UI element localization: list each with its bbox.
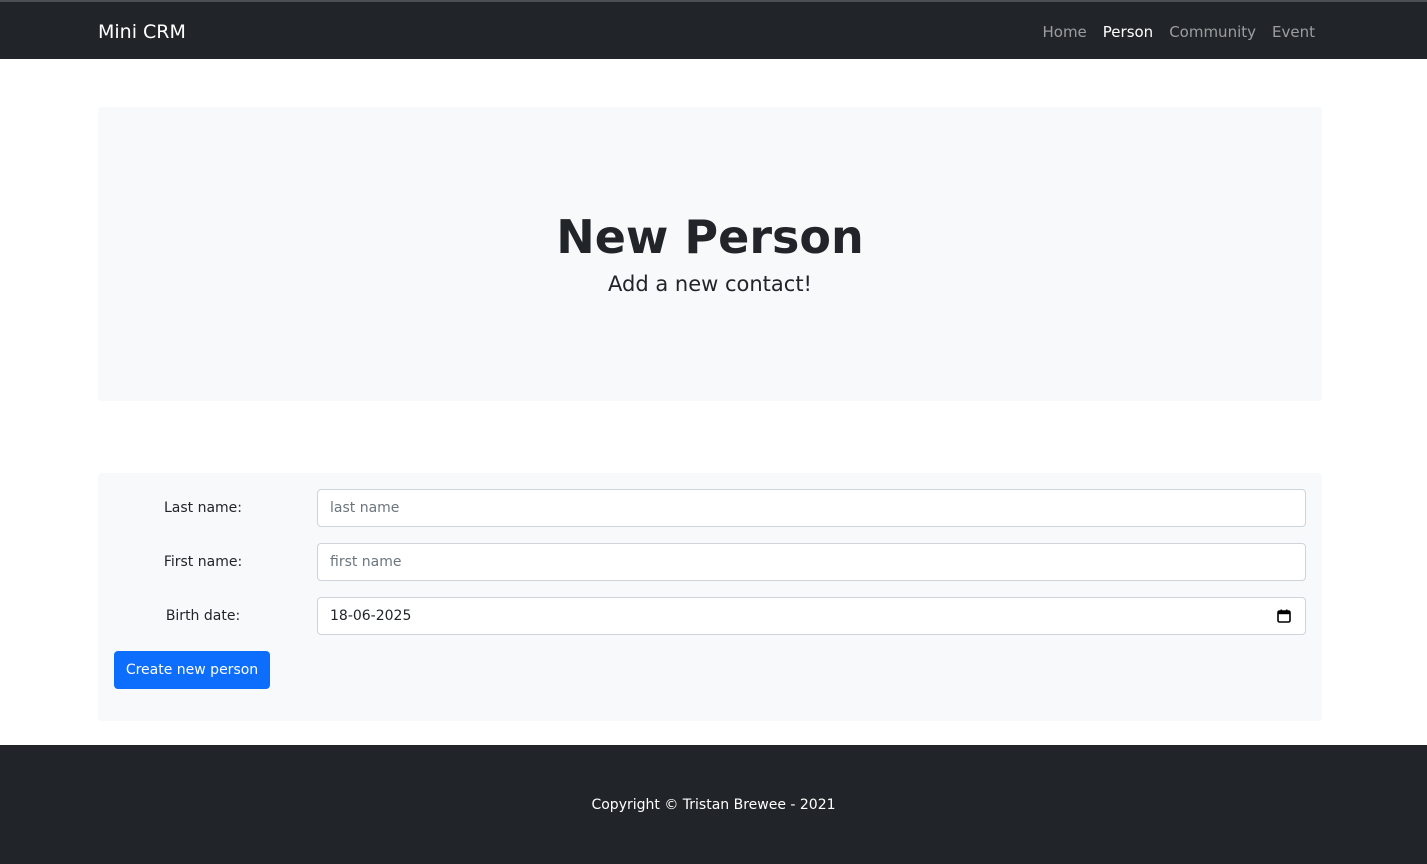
birth-date-value: 18-06-2025 [330, 608, 412, 624]
calendar-icon[interactable] [1277, 609, 1291, 623]
nav-link-person[interactable]: Person [1103, 23, 1153, 41]
page-subtitle: Add a new contact! [608, 272, 812, 296]
page-title: New Person [556, 210, 864, 264]
birth-date-label: Birth date: [165, 608, 241, 624]
birth-date-input[interactable]: 18-06-2025 [317, 597, 1306, 635]
first-name-label: First name: [163, 554, 243, 570]
nav-link-community[interactable]: Community [1169, 23, 1256, 41]
create-person-button[interactable]: Create new person [114, 651, 270, 689]
navbar: Mini CRM Home Person Community Event [0, 2, 1427, 59]
birth-date-row: Birth date: 18-06-2025 [98, 597, 1322, 635]
nav-link-event[interactable]: Event [1272, 23, 1315, 41]
last-name-label: Last name: [163, 500, 243, 516]
new-person-form: Last name: last name First name: first n… [98, 473, 1322, 721]
first-name-row: First name: first name [98, 543, 1322, 581]
last-name-input[interactable]: last name [317, 489, 1306, 527]
nav-links: Home Person Community Event [1042, 20, 1315, 44]
copyright-text: Copyright © Tristan Brewee - 2021 [591, 796, 836, 813]
hero-banner: New Person Add a new contact! [98, 107, 1322, 401]
brand-link[interactable]: Mini CRM [98, 20, 186, 44]
footer: Copyright © Tristan Brewee - 2021 [0, 745, 1427, 864]
nav-link-home[interactable]: Home [1042, 23, 1086, 41]
last-name-row: Last name: last name [98, 489, 1322, 527]
first-name-input[interactable]: first name [317, 543, 1306, 581]
